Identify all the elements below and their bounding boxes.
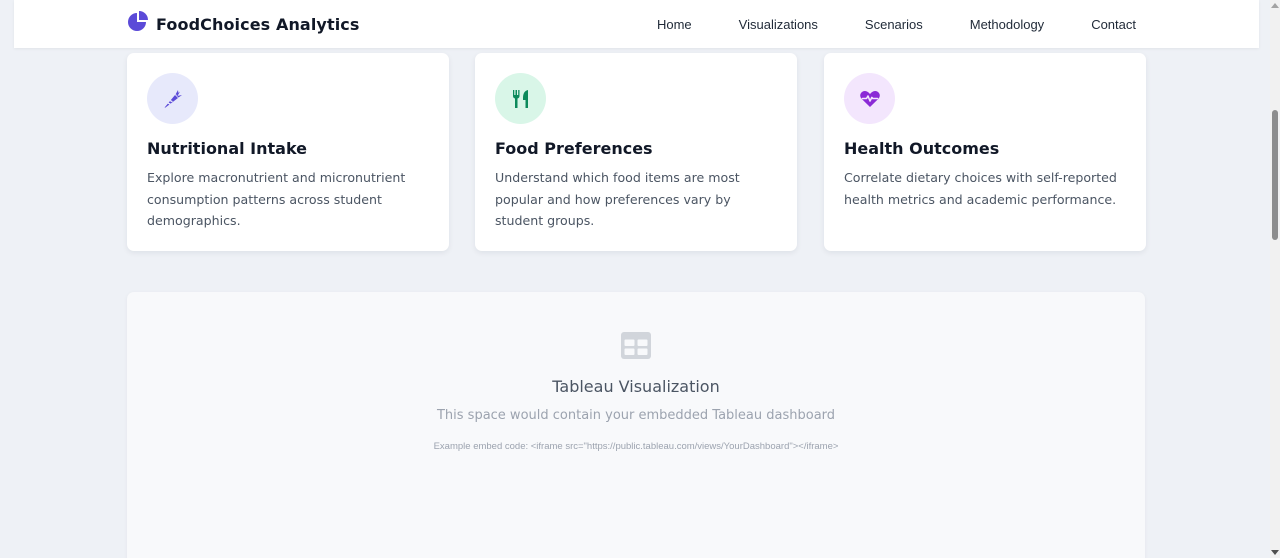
nav-contact[interactable]: Contact xyxy=(1091,17,1136,32)
card-title: Nutritional Intake xyxy=(147,139,308,158)
brand-name: FoodChoices Analytics xyxy=(156,14,360,34)
nav-visualizations[interactable]: Visualizations xyxy=(739,17,818,32)
carrot-icon xyxy=(147,73,198,124)
nav-home[interactable]: Home xyxy=(657,17,692,32)
main-nav: Home Visualizations Scenarios Methodolog… xyxy=(657,0,1136,48)
card-title: Food Preferences xyxy=(495,139,653,158)
card-description: Understand which food items are most pop… xyxy=(495,170,740,228)
brand-link[interactable]: FoodChoices Analytics xyxy=(127,11,360,37)
tableau-placeholder: Tableau Visualization This space would c… xyxy=(127,292,1145,558)
pie-chart-icon xyxy=(127,11,149,37)
nav-scenarios[interactable]: Scenarios xyxy=(865,17,923,32)
scroll-thumb[interactable] xyxy=(1272,110,1278,240)
card-description: Correlate dietary choices with self-repo… xyxy=(844,170,1117,207)
card-food-preferences: Food Preferences Understand which food i… xyxy=(475,53,797,251)
tableau-subtitle: This space would contain your embedded T… xyxy=(436,408,836,423)
page-scrollbar[interactable] xyxy=(1270,0,1280,558)
card-health-outcomes: Health Outcomes Correlate dietary choice… xyxy=(824,53,1146,251)
scroll-up-arrow-icon[interactable] xyxy=(1271,3,1279,8)
card-description: Explore macronutrient and micronutrient … xyxy=(147,170,406,228)
scroll-down-arrow-icon[interactable] xyxy=(1271,550,1279,555)
card-title: Health Outcomes xyxy=(844,139,1000,158)
heart-pulse-icon xyxy=(844,73,895,124)
top-navbar: FoodChoices Analytics Home Visualization… xyxy=(14,0,1259,48)
table-icon xyxy=(621,332,651,363)
tableau-title: Tableau Visualization xyxy=(552,377,720,396)
nav-methodology[interactable]: Methodology xyxy=(970,17,1044,32)
tableau-embed-code: Example embed code: <iframe src="https:/… xyxy=(433,441,839,452)
card-nutritional-intake: Nutritional Intake Explore macronutrient… xyxy=(127,53,449,251)
utensils-icon xyxy=(495,73,546,124)
